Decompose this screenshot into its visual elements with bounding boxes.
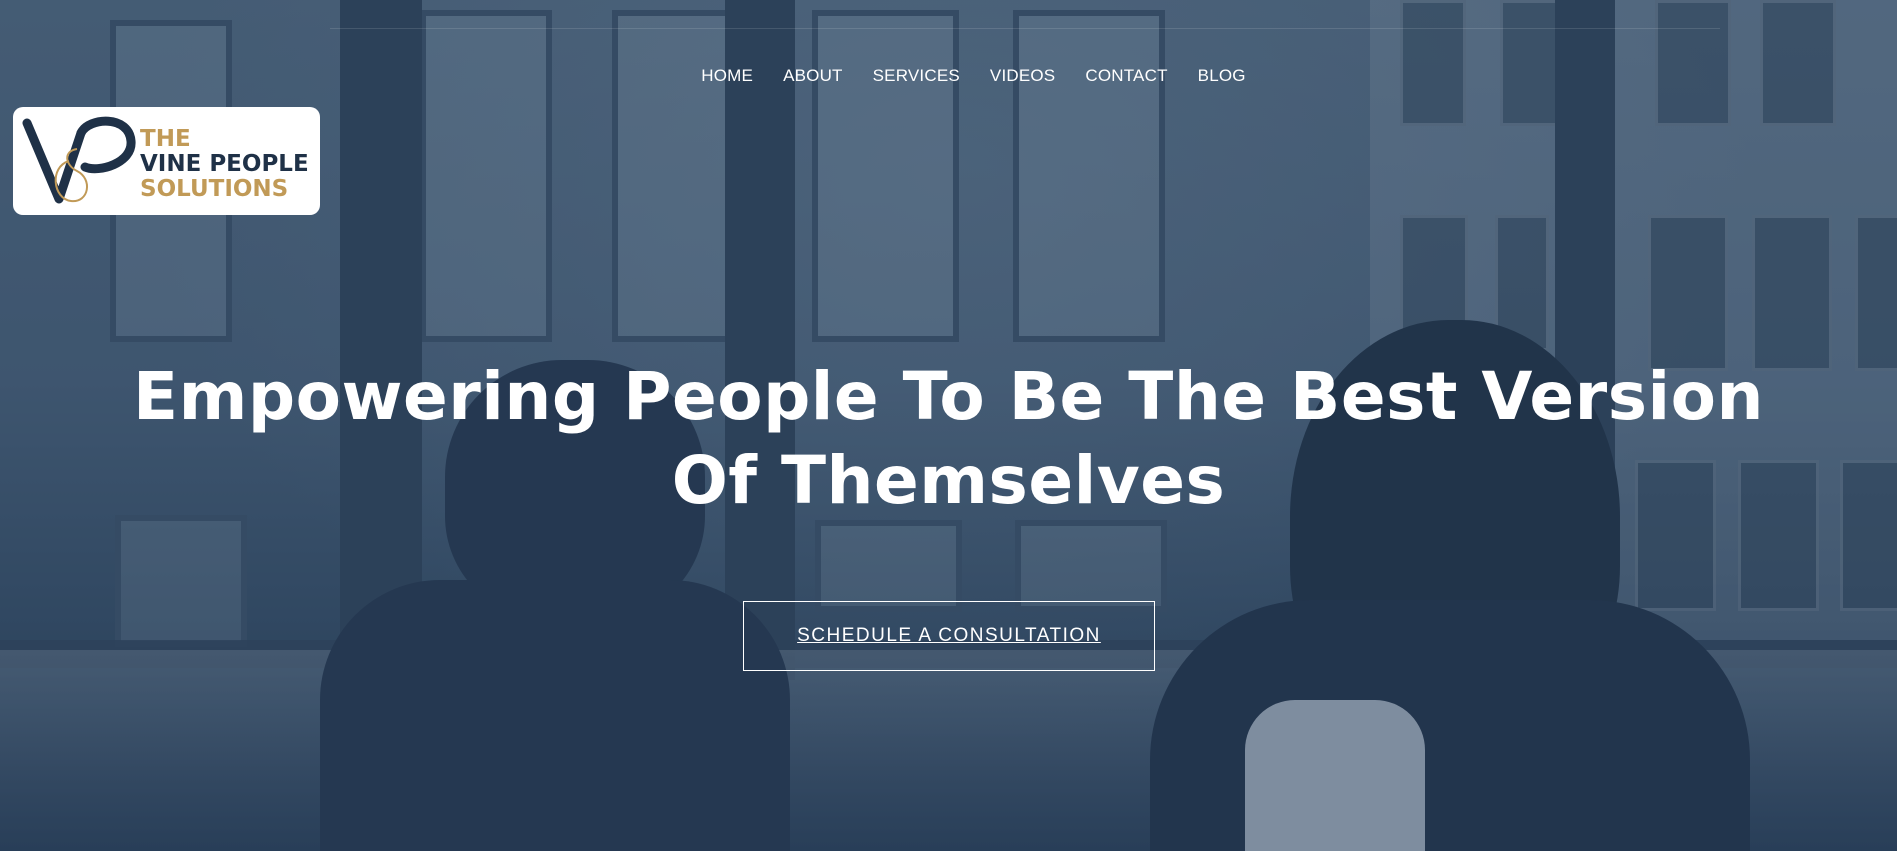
logo-line-3: SOLUTIONS — [140, 176, 289, 202]
hero-headline: Empowering People To Be The Best Version… — [133, 358, 1764, 519]
nav-about[interactable]: ABOUT — [783, 66, 843, 86]
main-nav: HOME ABOUT SERVICES VIDEOS CONTACT BLOG — [0, 66, 1897, 86]
logo-line-2: VINE PEOPLE — [140, 151, 309, 177]
schedule-consultation-button[interactable]: SCHEDULE A CONSULTATION — [743, 601, 1155, 671]
header-divider — [330, 28, 1720, 29]
site-logo[interactable]: THE VINE PEOPLE SOLUTIONS — [13, 107, 320, 215]
logo-line-1: THE — [140, 126, 191, 152]
nav-blog[interactable]: BLOG — [1198, 66, 1246, 86]
nav-contact[interactable]: CONTACT — [1085, 66, 1167, 86]
vp-monogram-icon — [22, 116, 136, 204]
nav-videos[interactable]: VIDEOS — [990, 66, 1055, 86]
logo-wordmark: THE VINE PEOPLE SOLUTIONS — [140, 127, 309, 202]
nav-home[interactable]: HOME — [701, 66, 753, 86]
nav-services[interactable]: SERVICES — [873, 66, 960, 86]
